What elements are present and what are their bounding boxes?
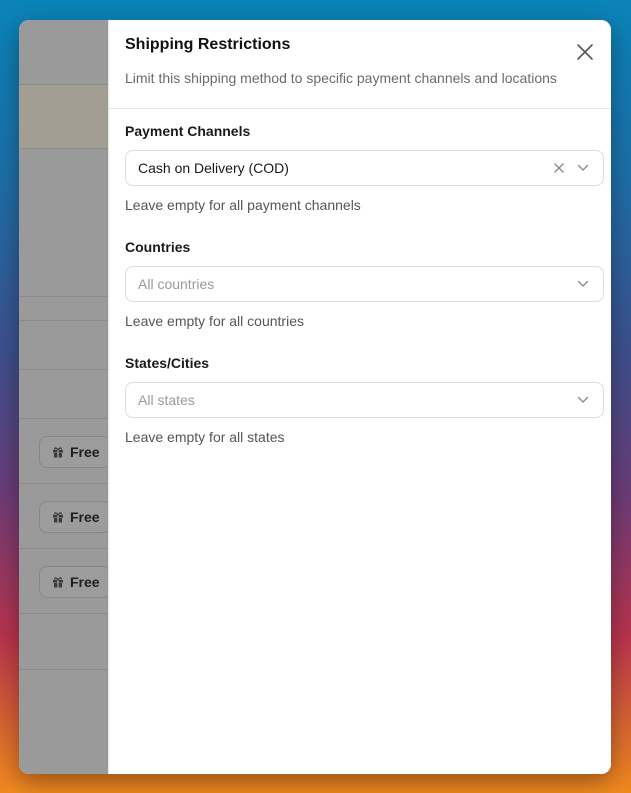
close-icon[interactable] [575,42,595,62]
chevron-down-icon[interactable] [577,395,589,405]
payment-channels-value: Cash on Delivery (COD) [138,160,289,176]
states-label: States/Cities [125,355,210,371]
states-placeholder: All states [138,392,195,408]
countries-help: Leave empty for all countries [125,313,304,329]
free-badge-label: Free [70,444,100,460]
background-row [19,614,108,670]
background-row [19,370,108,419]
background-page-overlay: Free Free Free [19,20,111,774]
app-window: Free Free Free Shipping Restrictions Lim… [19,20,611,774]
countries-placeholder: All countries [138,276,215,292]
chevron-down-icon[interactable] [577,163,589,173]
free-badge-label: Free [70,509,100,525]
gift-icon [53,577,63,588]
states-select[interactable]: All states [125,382,604,418]
background-row [19,321,108,370]
drawer-subtitle: Limit this shipping method to specific p… [125,70,557,86]
background-row [19,149,108,297]
free-badge-label: Free [70,574,100,590]
free-badge: Free [39,566,111,598]
gift-icon [53,512,63,523]
drawer-title: Shipping Restrictions [125,36,291,53]
payment-channels-label: Payment Channels [125,123,251,139]
countries-select[interactable]: All countries [125,266,604,302]
chevron-down-icon[interactable] [577,279,589,289]
payment-channels-select[interactable]: Cash on Delivery (COD) [125,150,604,186]
countries-label: Countries [125,239,191,255]
states-field: States/Cities All states Leave empty for… [125,355,604,445]
free-badge: Free [39,436,111,468]
clear-icon[interactable] [553,162,565,174]
countries-field: Countries All countries Leave empty for … [125,239,604,329]
background-row [19,297,108,321]
payment-channels-field: Payment Channels Cash on Delivery (COD) … [125,123,604,213]
shipping-restrictions-drawer: Shipping Restrictions Limit this shippin… [108,20,611,774]
states-help: Leave empty for all states [125,429,285,445]
background-row [19,20,108,85]
payment-channels-help: Leave empty for all payment channels [125,197,361,213]
background-row-highlighted [19,85,108,149]
drawer-header: Shipping Restrictions Limit this shippin… [109,20,611,109]
gift-icon [53,447,63,458]
free-badge: Free [39,501,111,533]
